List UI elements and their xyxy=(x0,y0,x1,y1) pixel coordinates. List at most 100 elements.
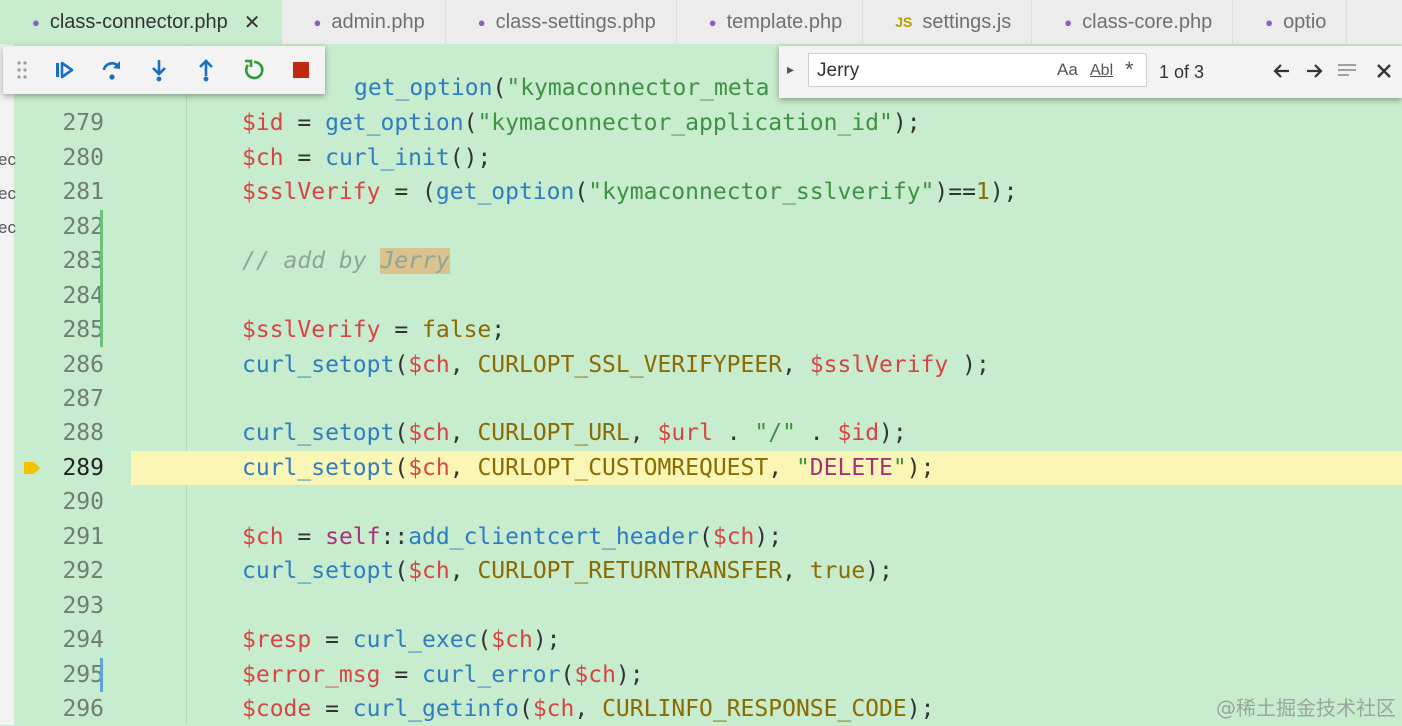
toggle-replace-chevron-icon[interactable]: ▸ xyxy=(787,61,794,78)
find-in-selection-icon xyxy=(1338,64,1356,76)
code-line: 280 $ch = curl_init(); xyxy=(14,141,1402,175)
line-number: 293 xyxy=(62,593,104,619)
line-number: 289 xyxy=(62,455,104,481)
line-code: $error_msg = curl_error($ch); xyxy=(242,662,644,688)
debug-current-line-icon xyxy=(24,462,40,474)
line-number: 279 xyxy=(62,110,104,136)
js-icon: JS xyxy=(895,14,913,30)
continue-button[interactable] xyxy=(41,46,88,94)
line-number: 288 xyxy=(62,420,104,446)
arrow-right-icon xyxy=(1307,64,1323,78)
line-code: curl_setopt($ch, CURLOPT_URL, $url . "/"… xyxy=(242,420,907,446)
stop-icon xyxy=(293,62,310,78)
code-line: 290 xyxy=(14,485,1402,519)
code-line: 293 xyxy=(14,589,1402,623)
step-into-button[interactable] xyxy=(135,46,182,94)
line-code: $ch = curl_init(); xyxy=(242,145,492,171)
regex-toggle[interactable]: * xyxy=(1125,57,1134,83)
line-number: 294 xyxy=(62,627,104,653)
line-number: 292 xyxy=(62,558,104,584)
code-line: 279 $id = get_option("kymaconnector_appl… xyxy=(14,106,1402,140)
code-line: 291 $ch = self::add_clientcert_header($c… xyxy=(14,520,1402,554)
code-line: 296 $code = curl_getinfo($ch, CURLINFO_R… xyxy=(14,692,1402,726)
tab-label: admin.php xyxy=(331,10,425,33)
code-line: 284 xyxy=(14,279,1402,313)
stop-button[interactable] xyxy=(278,46,325,94)
drag-handle-icon[interactable] xyxy=(3,46,41,94)
search-match-highlight: Jerry xyxy=(380,248,450,274)
step-over-icon xyxy=(102,61,120,80)
php-icon: ● xyxy=(477,14,486,30)
close-icon[interactable]: ✕ xyxy=(244,10,261,35)
arrow-left-icon xyxy=(1273,64,1289,78)
line-code: $code = curl_getinfo($ch, CURLINFO_RESPO… xyxy=(242,696,935,722)
line-code: $resp = curl_exec($ch); xyxy=(242,627,561,653)
step-out-button[interactable] xyxy=(183,46,230,94)
tab-class-settings[interactable]: ● class-settings.php xyxy=(445,0,677,44)
line-code: curl_setopt($ch, CURLOPT_SSL_VERIFYPEER,… xyxy=(242,352,990,378)
continue-icon xyxy=(56,61,74,79)
line-number: 290 xyxy=(62,489,104,515)
restart-button[interactable] xyxy=(230,46,277,94)
code-line: 283 // add by Jerry xyxy=(14,244,1402,278)
watermark: @稀土掘金技术社区 xyxy=(1216,696,1396,720)
code-editor[interactable]: get_option("kymaconnector_meta 279 $id =… xyxy=(14,44,1402,725)
tab-label: class-core.php xyxy=(1082,10,1213,33)
line-code: $id = get_option("kymaconnector_applicat… xyxy=(242,110,921,136)
php-icon: ● xyxy=(1265,14,1274,30)
tab-class-core[interactable]: ● class-core.php xyxy=(1032,0,1234,44)
line-code: $sslVerify = false; xyxy=(242,317,506,343)
php-icon: ● xyxy=(32,14,40,30)
code-line: 285 $sslVerify = false; xyxy=(14,313,1402,347)
find-input[interactable] xyxy=(815,59,1049,83)
code-line-current: 289 curl_setopt($ch, CURLOPT_CUSTOMREQUE… xyxy=(14,451,1402,485)
line-code: // add by Jerry xyxy=(242,248,450,274)
line-number: 295 xyxy=(62,662,104,688)
tab-options[interactable]: ● optio xyxy=(1233,0,1348,44)
line-number: 287 xyxy=(62,386,104,412)
tab-template[interactable]: ● template.php xyxy=(676,0,864,44)
previous-match-button[interactable] xyxy=(1269,58,1295,84)
line-number: 291 xyxy=(62,524,104,550)
code-line: 288 curl_setopt($ch, CURLOPT_URL, $url .… xyxy=(14,416,1402,450)
line-number: 282 xyxy=(62,214,104,240)
code-line: 281 $sslVerify = (get_option("kymaconnec… xyxy=(14,175,1402,209)
tab-class-connector[interactable]: ● class-connector.php ✕ xyxy=(0,0,282,44)
debug-toolbar xyxy=(3,46,325,94)
gutter-modified-indicator[interactable] xyxy=(100,658,103,692)
tab-label: template.php xyxy=(726,10,843,33)
line-code: $ch = self::add_clientcert_header($ch); xyxy=(242,524,783,550)
php-icon: ● xyxy=(1064,14,1073,30)
close-find-button[interactable] xyxy=(1371,58,1397,84)
gutter-added-indicator[interactable] xyxy=(100,210,103,347)
line-code: $sslVerify = (get_option("kymaconnector_… xyxy=(242,179,1018,205)
next-match-button[interactable] xyxy=(1301,58,1327,84)
find-input-box: Aa Abl * xyxy=(808,53,1147,87)
code-line: 287 xyxy=(14,382,1402,416)
tab-label: settings.js xyxy=(922,10,1012,33)
line-number: 296 xyxy=(62,696,104,722)
code-line: 282 xyxy=(14,210,1402,244)
line-number: 281 xyxy=(62,179,104,205)
tab-label: optio xyxy=(1283,10,1327,33)
code-line: 286 curl_setopt($ch, CURLOPT_SSL_VERIFYP… xyxy=(14,348,1402,382)
tab-label: class-connector.php xyxy=(49,10,228,33)
find-in-selection-button[interactable] xyxy=(1334,58,1360,84)
match-count: 1 of 3 xyxy=(1159,62,1205,82)
step-into-icon xyxy=(152,60,166,82)
line-number: 284 xyxy=(62,283,104,309)
restart-icon xyxy=(244,59,264,80)
tab-admin[interactable]: ● admin.php xyxy=(281,0,446,44)
editor-tab-bar: ● class-connector.php ✕ ● admin.php ● cl… xyxy=(0,0,1402,44)
tab-settings-js[interactable]: JS settings.js xyxy=(863,0,1033,44)
match-case-toggle[interactable]: Aa xyxy=(1057,60,1078,80)
whole-word-toggle[interactable]: Abl xyxy=(1090,62,1113,80)
line-code: get_option("kymaconnector_meta xyxy=(354,75,770,101)
code-line: 295 $error_msg = curl_error($ch); xyxy=(14,658,1402,692)
find-widget: ▸ Aa Abl * 1 of 3 xyxy=(779,46,1402,98)
side-panel-edge: ec ec ec xyxy=(0,44,16,725)
tab-label: class-settings.php xyxy=(495,10,656,33)
step-out-icon xyxy=(199,59,214,82)
step-over-button[interactable] xyxy=(88,46,135,94)
code-line: 294 $resp = curl_exec($ch); xyxy=(14,623,1402,657)
